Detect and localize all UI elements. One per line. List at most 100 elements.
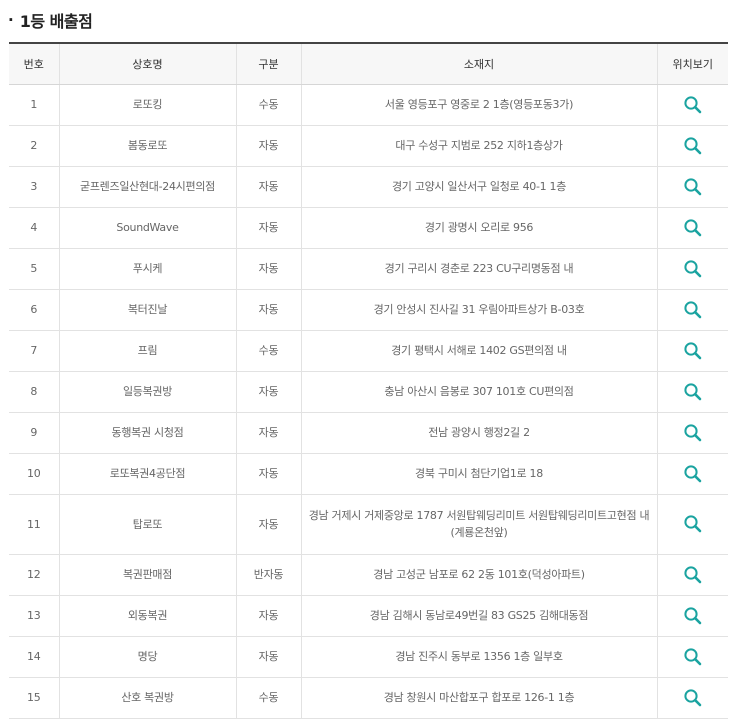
cell-location bbox=[656, 166, 728, 208]
cell-number: 6 bbox=[9, 289, 59, 331]
cell-number: 5 bbox=[9, 248, 59, 290]
cell-store-name: 로또복권4공단점 bbox=[58, 453, 236, 495]
table-row: 7 프림 수동 경기 평택시 서해로 1402 GS편의점 내 bbox=[9, 330, 728, 372]
cell-location bbox=[656, 125, 728, 167]
cell-location bbox=[656, 330, 728, 372]
table-row: 13 외동복권 자동 경남 김해시 동남로49번길 83 GS25 김해대동점 bbox=[9, 595, 728, 637]
cell-number: 13 bbox=[9, 595, 59, 637]
column-header-number: 번호 bbox=[9, 42, 59, 85]
cell-type: 자동 bbox=[235, 248, 301, 290]
cell-store-name: 굳프렌즈일산현대-24시편의점 bbox=[58, 166, 236, 208]
cell-type: 자동 bbox=[235, 207, 301, 249]
cell-location bbox=[656, 371, 728, 413]
cell-type: 반자동 bbox=[235, 554, 301, 596]
cell-address: 경남 창원시 마산합포구 합포로 126-1 1층 bbox=[300, 677, 657, 719]
cell-location bbox=[656, 494, 728, 555]
cell-type: 자동 bbox=[235, 371, 301, 413]
cell-number: 8 bbox=[9, 371, 59, 413]
cell-address: 경남 고성군 남포로 62 2동 101호(덕성아파트) bbox=[300, 554, 657, 596]
cell-type: 자동 bbox=[235, 166, 301, 208]
table-row: 1 로또킹 수동 서울 영등포구 영중로 2 1층(영등포동3가) bbox=[9, 84, 728, 126]
table-row: 14 명당 자동 경남 진주시 동부로 1356 1층 일부호 bbox=[9, 636, 728, 678]
cell-location bbox=[656, 207, 728, 249]
search-icon[interactable] bbox=[683, 606, 703, 626]
search-icon[interactable] bbox=[683, 300, 703, 320]
column-header-location: 위치보기 bbox=[656, 42, 728, 85]
cell-location bbox=[656, 677, 728, 719]
search-icon[interactable] bbox=[683, 259, 703, 279]
search-icon[interactable] bbox=[683, 688, 703, 708]
search-icon[interactable] bbox=[683, 95, 703, 115]
table-row: 11 탑로또 자동 경남 거제시 거제중앙로 1787 서원탑웨딩리미트 서원탑웨딩리… bbox=[9, 494, 728, 555]
table-row: 3 굳프렌즈일산현대-24시편의점 자동 경기 고양시 일산서구 일청로 40-1 1… bbox=[9, 166, 728, 208]
search-icon[interactable] bbox=[683, 341, 703, 361]
winning-stores-table: 번호 상호명 구분 소재지 위치보기 1 로또킹 수동 서울 영등포구 영중로 2 1… bbox=[9, 42, 728, 719]
search-icon[interactable] bbox=[683, 136, 703, 156]
cell-location bbox=[656, 412, 728, 454]
cell-store-name: 로또킹 bbox=[58, 84, 236, 126]
cell-address: 경기 고양시 일산서구 일청로 40-1 1층 bbox=[300, 166, 657, 208]
cell-store-name: 복터진날 bbox=[58, 289, 236, 331]
cell-type: 자동 bbox=[235, 289, 301, 331]
cell-type: 자동 bbox=[235, 125, 301, 167]
cell-number: 12 bbox=[9, 554, 59, 596]
cell-location bbox=[656, 289, 728, 331]
cell-address: 경남 진주시 동부로 1356 1층 일부호 bbox=[300, 636, 657, 678]
cell-store-name: 명당 bbox=[58, 636, 236, 678]
cell-store-name: 프림 bbox=[58, 330, 236, 372]
cell-type: 수동 bbox=[235, 677, 301, 719]
cell-address: 경북 구미시 첨단기업1로 18 bbox=[300, 453, 657, 495]
search-icon[interactable] bbox=[683, 565, 703, 585]
section-title: 1등 배출점 bbox=[19, 12, 93, 31]
cell-store-name: 탑로또 bbox=[58, 494, 236, 555]
table-row: 12 복권판매점 반자동 경남 고성군 남포로 62 2동 101호(덕성아파트) bbox=[9, 554, 728, 596]
cell-number: 4 bbox=[9, 207, 59, 249]
cell-address: 경남 김해시 동남로49번길 83 GS25 김해대동점 bbox=[300, 595, 657, 637]
search-icon[interactable] bbox=[683, 647, 703, 667]
column-header-type: 구분 bbox=[235, 42, 301, 85]
search-icon[interactable] bbox=[683, 464, 703, 484]
cell-type: 자동 bbox=[235, 412, 301, 454]
table-header-row: 번호 상호명 구분 소재지 위치보기 bbox=[9, 42, 728, 85]
cell-location bbox=[656, 248, 728, 290]
column-header-address: 소재지 bbox=[300, 42, 657, 85]
cell-number: 9 bbox=[9, 412, 59, 454]
cell-type: 자동 bbox=[235, 494, 301, 555]
cell-store-name: 푸시케 bbox=[58, 248, 236, 290]
cell-type: 수동 bbox=[235, 330, 301, 372]
cell-number: 7 bbox=[9, 330, 59, 372]
cell-location bbox=[656, 453, 728, 495]
cell-store-name: 외동복권 bbox=[58, 595, 236, 637]
cell-address: 경기 안성시 진사길 31 우림아파트상가 B-03호 bbox=[300, 289, 657, 331]
table-row: 8 일등복권방 자동 충남 아산시 음봉로 307 101호 CU편의점 bbox=[9, 371, 728, 413]
search-icon[interactable] bbox=[683, 177, 703, 197]
cell-store-name: 일등복권방 bbox=[58, 371, 236, 413]
cell-address: 충남 아산시 음봉로 307 101호 CU편의점 bbox=[300, 371, 657, 413]
cell-address: 경남 거제시 거제중앙로 1787 서원탑웨딩리미트 서원탑웨딩리미트고현점 내… bbox=[300, 494, 657, 555]
cell-address: 서울 영등포구 영중로 2 1층(영등포동3가) bbox=[300, 84, 657, 126]
cell-number: 2 bbox=[9, 125, 59, 167]
table-row: 2 봄동로또 자동 대구 수성구 지범로 252 지하1층상가 bbox=[9, 125, 728, 167]
table-row: 5 푸시케 자동 경기 구리시 경춘로 223 CU구리명동점 내 bbox=[9, 248, 728, 290]
cell-type: 자동 bbox=[235, 595, 301, 637]
table-row: 4 SoundWave 자동 경기 광명시 오리로 956 bbox=[9, 207, 728, 249]
search-icon[interactable] bbox=[683, 382, 703, 402]
cell-number: 1 bbox=[9, 84, 59, 126]
cell-address: 전남 광양시 행정2길 2 bbox=[300, 412, 657, 454]
cell-store-name: SoundWave bbox=[58, 207, 236, 249]
cell-store-name: 봄동로또 bbox=[58, 125, 236, 167]
cell-location bbox=[656, 554, 728, 596]
table-row: 10 로또복권4공단점 자동 경북 구미시 첨단기업1로 18 bbox=[9, 453, 728, 495]
search-icon[interactable] bbox=[683, 423, 703, 443]
cell-store-name: 동행복권 시청점 bbox=[58, 412, 236, 454]
cell-number: 14 bbox=[9, 636, 59, 678]
cell-type: 자동 bbox=[235, 453, 301, 495]
cell-type: 수동 bbox=[235, 84, 301, 126]
cell-address: 경기 평택시 서해로 1402 GS편의점 내 bbox=[300, 330, 657, 372]
table-row: 6 복터진날 자동 경기 안성시 진사길 31 우림아파트상가 B-03호 bbox=[9, 289, 728, 331]
cell-store-name: 복권판매점 bbox=[58, 554, 236, 596]
cell-store-name: 산호 복권방 bbox=[58, 677, 236, 719]
cell-type: 자동 bbox=[235, 636, 301, 678]
search-icon[interactable] bbox=[683, 218, 703, 238]
search-icon[interactable] bbox=[683, 514, 703, 534]
